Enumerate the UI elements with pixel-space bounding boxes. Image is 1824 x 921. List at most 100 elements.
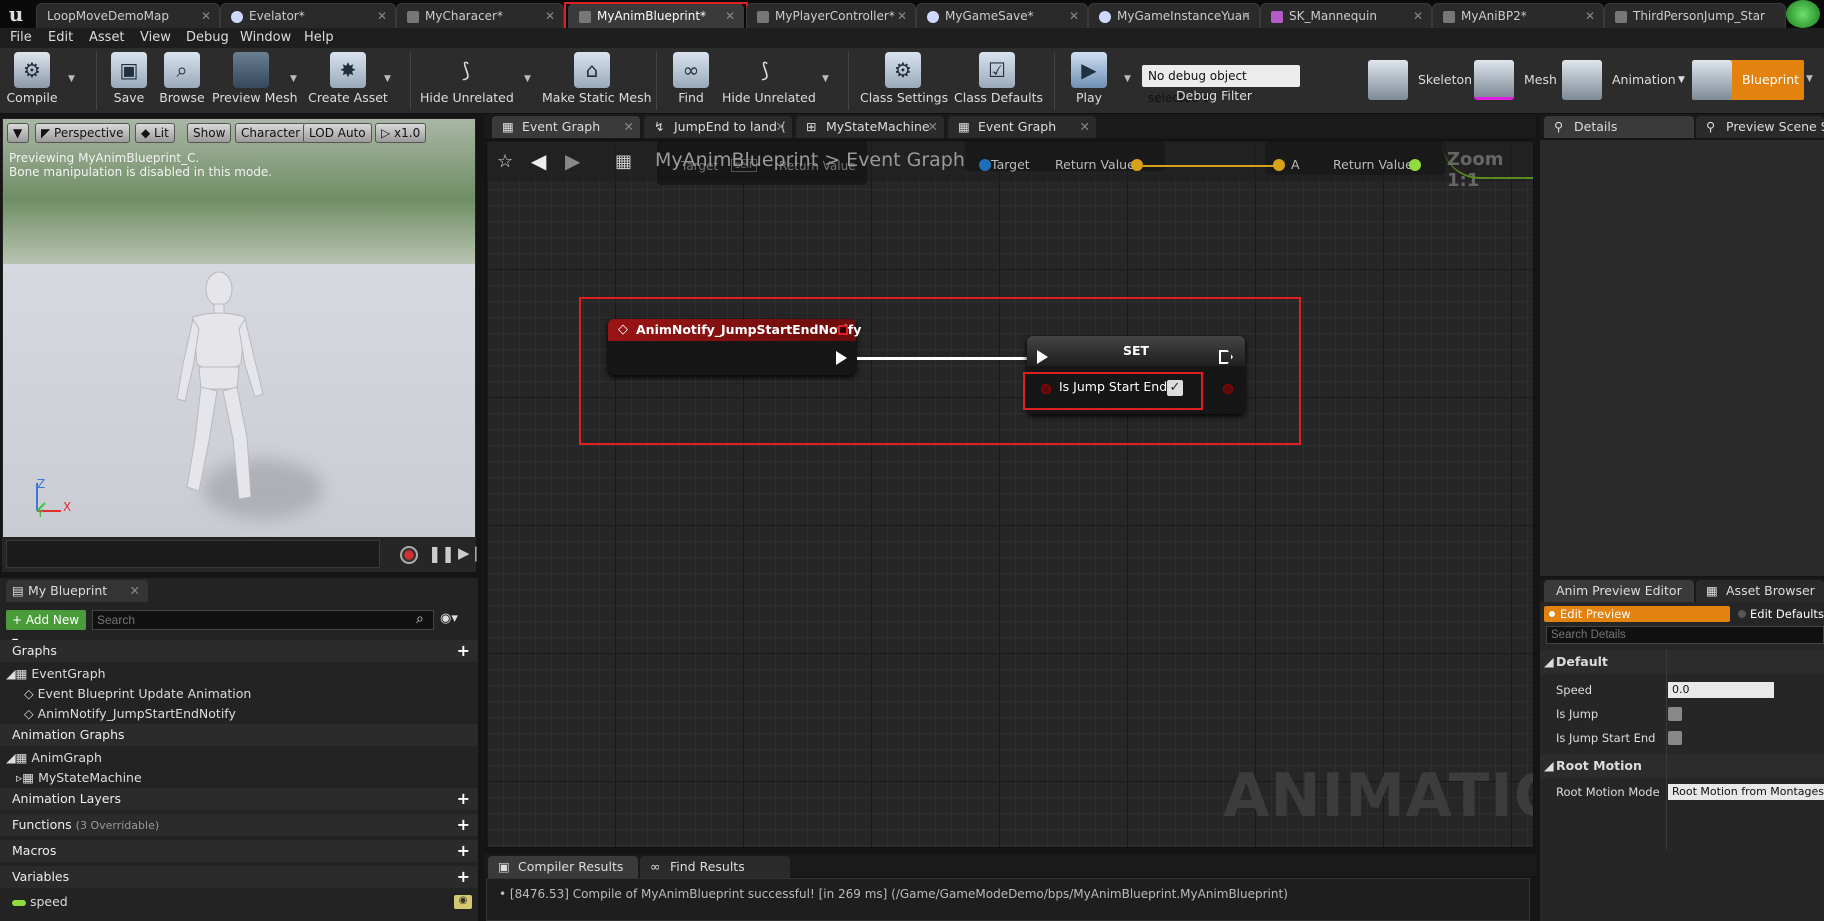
tab-mygameinstanceyuan[interactable]: MyGameInstanceYuan ✕: [1088, 3, 1260, 28]
play-button[interactable]: ▶ Play: [1066, 52, 1112, 110]
tree-item-animgraph[interactable]: ◢▦ AnimGraph: [6, 750, 102, 765]
macros-section-header[interactable]: Macros +: [0, 840, 478, 862]
close-icon[interactable]: ✕: [545, 4, 555, 28]
root-motion-category-header[interactable]: ◢ Root Motion: [1540, 754, 1824, 778]
is-jump-checkbox[interactable]: [1668, 707, 1682, 721]
close-icon[interactable]: ✕: [776, 116, 786, 138]
tab-compiler-results[interactable]: ▣ Compiler Results: [488, 856, 638, 878]
tree-item-anim-notify[interactable]: ◇ AnimNotify_JumpStartEndNotify: [24, 706, 236, 721]
menu-debug[interactable]: Debug: [186, 28, 229, 48]
forward-arrow-icon[interactable]: ▶: [565, 149, 580, 173]
add-variable-plus-icon[interactable]: +: [457, 866, 470, 888]
mannequin-model[interactable]: [153, 269, 283, 519]
close-icon[interactable]: ✕: [624, 116, 634, 138]
tab-mygamesave[interactable]: MyGameSave* ✕: [916, 3, 1088, 28]
tab-mystatemachine[interactable]: ⊞ MyStateMachine ✕: [796, 116, 944, 138]
close-icon[interactable]: ✕: [1413, 4, 1423, 28]
save-button[interactable]: ▣ Save: [108, 52, 150, 110]
mode-skeleton-button[interactable]: Skeleton: [1368, 60, 1472, 100]
menu-asset[interactable]: Asset: [89, 28, 125, 48]
animation-graphs-section-header[interactable]: Animation Graphs: [0, 724, 478, 746]
mode-blueprint-button[interactable]: Blueprint: [1692, 60, 1804, 100]
graph-breadcrumb[interactable]: MyAnimBlueprint > Event Graph: [655, 149, 965, 171]
play-options-chevron-icon[interactable]: ▼: [1124, 74, 1131, 84]
close-icon[interactable]: ✕: [928, 116, 938, 138]
preview-mesh-chevron-icon[interactable]: ▼: [290, 74, 297, 84]
close-icon[interactable]: ✕: [130, 580, 140, 602]
add-graph-plus-icon[interactable]: +: [457, 640, 470, 662]
animation-layers-section-header[interactable]: Animation Layers +: [0, 788, 478, 810]
timeline-scrubber[interactable]: [6, 540, 380, 568]
perspective-button[interactable]: ◤ Perspective: [35, 123, 130, 143]
compile-options-chevron-icon[interactable]: ▼: [68, 74, 75, 84]
source-control-icon[interactable]: [1786, 0, 1820, 28]
step-forward-icon[interactable]: ▶❘: [458, 544, 482, 562]
default-category-header[interactable]: ◢ Default: [1540, 650, 1824, 674]
tab-asset-browser[interactable]: ▦ Asset Browser: [1696, 580, 1824, 602]
menu-edit[interactable]: Edit: [48, 28, 73, 48]
mode-animation-button[interactable]: Animation ▼: [1562, 60, 1685, 100]
tab-preview-scene-settings[interactable]: ⚲ Preview Scene Sett: [1696, 116, 1824, 138]
close-icon[interactable]: ✕: [897, 4, 907, 28]
back-arrow-icon[interactable]: ◀: [531, 149, 546, 173]
tab-myplayercontroller[interactable]: MyPlayerController* ✕: [746, 3, 916, 28]
visibility-eye-icon[interactable]: ◉: [454, 895, 472, 909]
tab-evelator[interactable]: Evelator* ✕: [220, 3, 396, 28]
mode-mesh-button[interactable]: Mesh: [1474, 60, 1557, 100]
class-defaults-button[interactable]: ☑ Class Defaults: [954, 52, 1043, 110]
debug-object-select[interactable]: No debug object selected ▼: [1142, 65, 1300, 105]
unreal-logo-icon[interactable]: u: [4, 2, 28, 26]
menu-file[interactable]: File: [10, 28, 32, 48]
lit-button[interactable]: ◆ Lit: [135, 123, 175, 143]
close-icon[interactable]: ✕: [201, 4, 211, 28]
is-jump-start-end-preview-checkbox[interactable]: [1668, 731, 1682, 745]
preview-mesh-button[interactable]: Preview Mesh: [212, 52, 298, 110]
close-icon[interactable]: ✕: [377, 4, 387, 28]
hide-unrelated-button[interactable]: ⟆ Hide Unrelated: [420, 52, 514, 110]
tab-myanibp2[interactable]: MyAniBP2* ✕: [1432, 3, 1604, 28]
functions-section-header[interactable]: Functions (3 Overridable) +: [0, 814, 478, 836]
character-button[interactable]: Character: [235, 123, 307, 143]
make-static-mesh-button[interactable]: ⌂ Make Static Mesh: [542, 52, 652, 110]
show-button[interactable]: Show: [187, 123, 232, 143]
edit-preview-radio[interactable]: Edit Preview: [1544, 606, 1730, 622]
add-layer-plus-icon[interactable]: +: [457, 788, 470, 810]
tab-jumpend-to-land[interactable]: ↯ JumpEnd to land (✕: [644, 116, 792, 138]
close-icon[interactable]: ✕: [1069, 4, 1079, 28]
menu-view[interactable]: View: [140, 28, 171, 48]
menu-window[interactable]: Window: [240, 28, 291, 48]
root-motion-mode-select[interactable]: Root Motion from Montages O: [1668, 784, 1824, 800]
search-icon[interactable]: ⌕: [416, 611, 424, 627]
tab-find-results[interactable]: ∞ Find Results: [640, 856, 790, 878]
details-search-input[interactable]: [1546, 626, 1824, 644]
close-icon[interactable]: ✕: [1241, 4, 1251, 28]
event-graph-canvas[interactable]: Target self Return Value Target Return V…: [486, 140, 1534, 848]
blueprint-mode-chevron-icon[interactable]: ▼: [1806, 74, 1813, 84]
tab-anim-preview-editor[interactable]: Anim Preview Editor: [1544, 580, 1694, 602]
speed-input[interactable]: 0.0: [1668, 682, 1774, 698]
close-icon[interactable]: ✕: [1585, 4, 1595, 28]
menu-help[interactable]: Help: [304, 28, 334, 48]
create-asset-chevron-icon[interactable]: ▼: [384, 74, 391, 84]
tree-item-event-update[interactable]: ◇ Event Blueprint Update Animation: [24, 686, 251, 701]
add-function-plus-icon[interactable]: +: [457, 814, 470, 836]
graphs-section-header[interactable]: Graphs +: [0, 640, 478, 662]
find-button[interactable]: ∞ Find: [668, 52, 714, 110]
edit-defaults-radio[interactable]: Edit Defaults: [1736, 606, 1824, 622]
visibility-eye-icon[interactable]: ◉▾: [440, 611, 458, 626]
tree-item-statemachine[interactable]: ▹▦ MyStateMachine: [16, 770, 142, 785]
chevron-down-icon[interactable]: ▼: [1678, 60, 1685, 100]
hide-unrelated-button-2[interactable]: ⟆ Hide Unrelated: [722, 52, 816, 110]
viewport-options-chevron-icon[interactable]: ▼: [7, 123, 29, 143]
tree-item-eventgraph[interactable]: ◢▦ EventGraph: [6, 666, 106, 681]
browse-button[interactable]: ⌕ Browse: [158, 52, 206, 110]
hide-unrelated-chevron-icon[interactable]: ▼: [524, 74, 531, 84]
tab-mycharacer[interactable]: MyCharacer* ✕: [396, 3, 564, 28]
compile-button[interactable]: ⚙ Compile: [4, 52, 60, 110]
close-icon[interactable]: ✕: [1080, 116, 1090, 138]
record-icon[interactable]: [400, 546, 418, 564]
variable-item-speed[interactable]: speed: [12, 894, 68, 909]
favorite-star-icon[interactable]: ☆: [497, 151, 513, 172]
tab-details[interactable]: ⚲ Details: [1544, 116, 1694, 138]
tab-event-graph-2[interactable]: ▦ Event Graph ✕: [948, 116, 1096, 138]
